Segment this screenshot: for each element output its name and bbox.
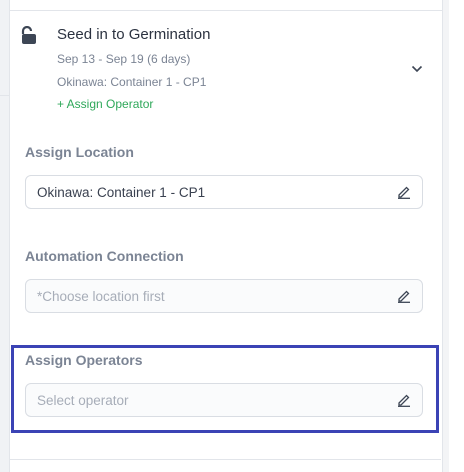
assign-location-label: Assign Location xyxy=(25,144,134,160)
chevron-down-icon[interactable] xyxy=(411,64,423,74)
automation-connection-label: Automation Connection xyxy=(25,248,184,264)
assign-location-field[interactable]: Okinawa: Container 1 - CP1 xyxy=(25,175,423,209)
assign-location-value: Okinawa: Container 1 - CP1 xyxy=(37,185,206,200)
gutter-divider xyxy=(0,95,9,96)
automation-connection-field[interactable]: *Choose location first xyxy=(25,279,423,313)
focus-highlight-box xyxy=(11,345,439,433)
top-divider xyxy=(10,10,442,11)
right-gutter xyxy=(449,0,464,472)
bottom-divider xyxy=(9,459,441,460)
pencil-icon[interactable] xyxy=(397,289,411,303)
assign-operator-link[interactable]: + Assign Operator xyxy=(57,97,153,111)
task-location: Okinawa: Container 1 - CP1 xyxy=(57,75,207,89)
task-title: Seed in to Germination xyxy=(57,26,211,43)
unlocked-padlock-icon[interactable] xyxy=(21,26,37,44)
task-dates: Sep 13 - Sep 19 (6 days) xyxy=(57,52,191,66)
left-gutter xyxy=(0,0,9,472)
pencil-icon[interactable] xyxy=(397,185,411,199)
automation-connection-placeholder: *Choose location first xyxy=(37,289,165,304)
